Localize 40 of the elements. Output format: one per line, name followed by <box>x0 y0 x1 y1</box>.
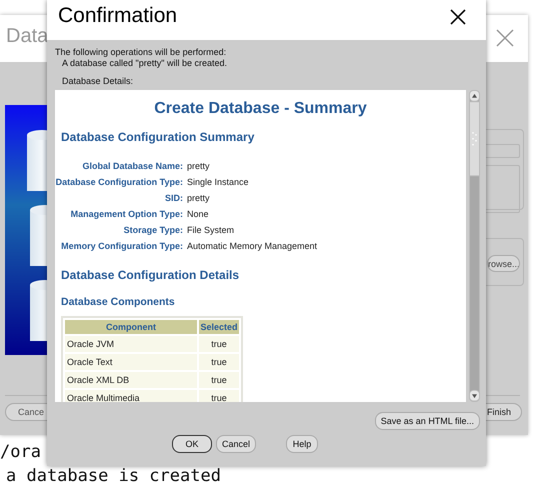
table-cell: true <box>199 354 239 370</box>
field-label: Global Database Name: <box>81 160 183 172</box>
dialog-button[interactable]: Help <box>286 435 318 453</box>
table-cell: true <box>199 336 239 352</box>
close-icon[interactable] <box>450 9 466 25</box>
field-value: Single Instance <box>187 176 250 188</box>
dialog-button[interactable]: OK <box>172 435 212 453</box>
subsection-heading: Database Components <box>61 296 176 308</box>
terminal-text: a database is created <box>6 467 221 485</box>
field-label: SID: <box>164 192 183 204</box>
column-header: Component <box>65 320 197 334</box>
field-value: pretty <box>187 160 211 172</box>
field-label: Storage Type: <box>122 224 183 236</box>
table-cell: Oracle XML DB <box>65 372 197 388</box>
terminal-text: /ora <box>0 443 41 461</box>
table-cell: Oracle Multimedia <box>65 390 197 402</box>
section-heading: Database Configuration Summary <box>61 130 256 144</box>
column-header: Selected <box>199 320 239 334</box>
dialog-button[interactable]: Cancel <box>216 435 256 453</box>
field-value: Automatic Memory Management <box>187 240 318 252</box>
field-value: File System <box>187 224 236 236</box>
window-title: Data <box>6 25 48 48</box>
field-value: pretty <box>187 192 211 204</box>
table-cell: true <box>199 372 239 388</box>
field-label: Management Option Type: <box>70 208 183 220</box>
scrollbar[interactable] <box>469 90 480 402</box>
table-cell: true <box>199 390 239 402</box>
table-cell: Oracle JVM <box>65 336 197 352</box>
field-value: None <box>187 208 210 220</box>
field-label: Database Configuration Type: <box>55 176 183 188</box>
section-label: Database Details: <box>61 76 134 87</box>
intro-text: A database called "pretty" will be created. <box>61 58 228 69</box>
section-heading: Database Configuration Details <box>61 268 240 282</box>
save-html-button[interactable]: Save as an HTML file... <box>374 412 480 430</box>
browse-button[interactable]: rowse... <box>487 255 520 272</box>
table-cell: Oracle Text <box>65 354 197 370</box>
intro-text: The following operations will be performed: <box>55 47 228 58</box>
field-label: Memory Configuration Type: <box>60 240 183 252</box>
summary-heading: Create Database - Summary <box>153 100 368 118</box>
dialog-title: Confirmation <box>58 4 178 28</box>
